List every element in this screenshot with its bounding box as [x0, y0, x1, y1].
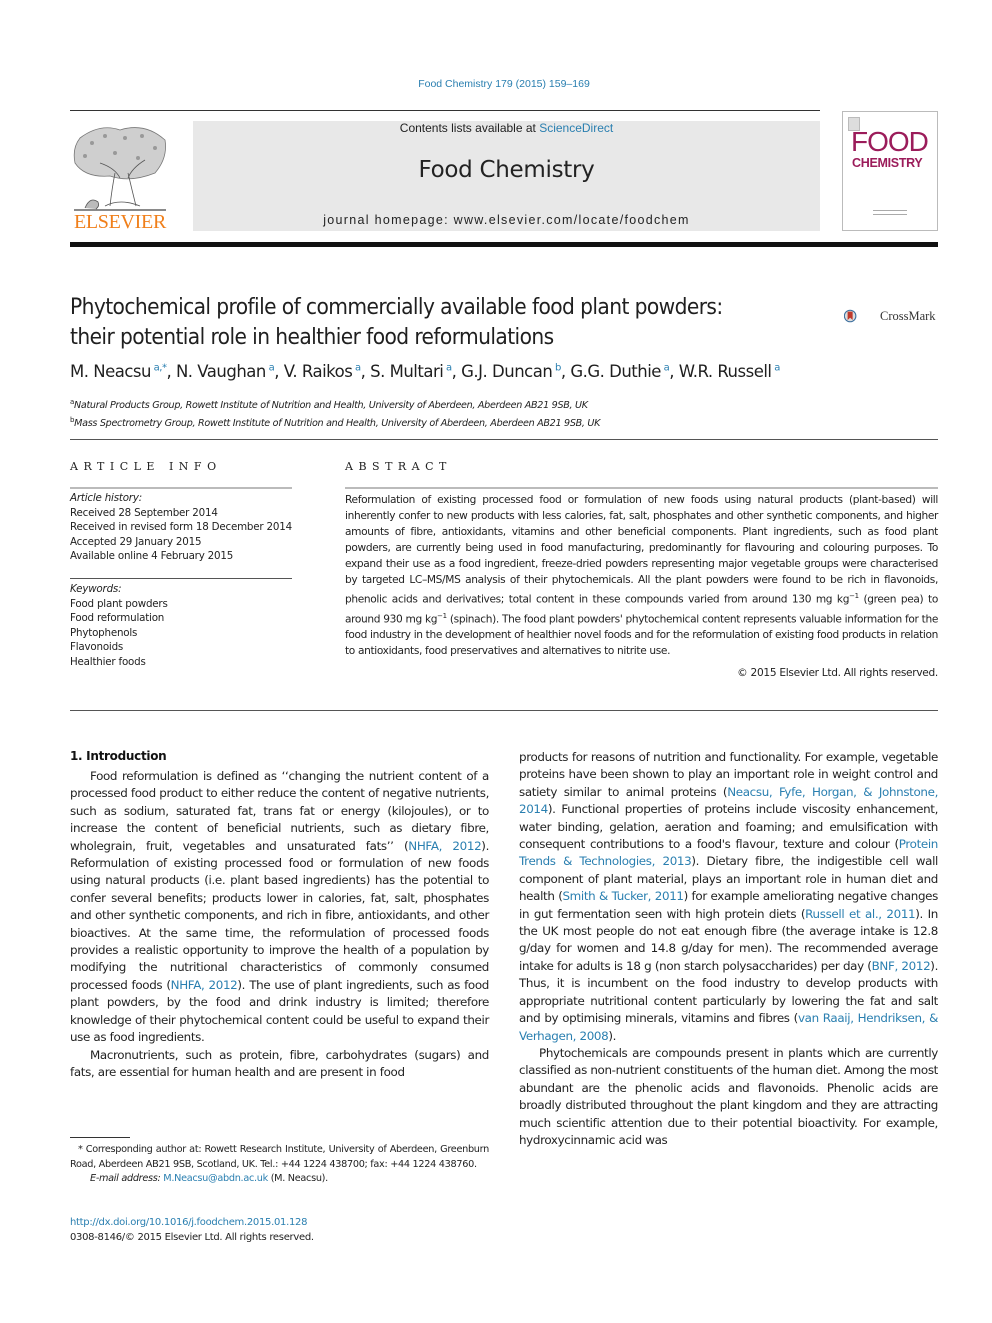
- divider: [70, 487, 292, 489]
- title-line-1: Phytochemical profile of commercially av…: [70, 294, 723, 320]
- keywords-label: Keywords:: [70, 583, 122, 595]
- footnote-rule: [70, 1137, 130, 1138]
- cover-title-chemistry: CHEMISTRY: [852, 156, 923, 170]
- email-link[interactable]: M.Neacsu@abdn.ac.uk: [163, 1173, 268, 1184]
- keyword: Phytophenols: [70, 626, 138, 639]
- citation-link[interactable]: NHFA, 2012: [171, 978, 238, 992]
- cover-title-food: FOOD: [851, 126, 929, 157]
- author-name[interactable]: V. Raikos: [284, 362, 353, 381]
- divider: [70, 578, 292, 579]
- abstract-heading: ABSTRACT: [345, 460, 452, 473]
- paragraph: Phytochemicals are compounds present in …: [519, 1045, 938, 1147]
- abstract-copyright: © 2015 Elsevier Ltd. All rights reserved…: [737, 667, 938, 679]
- keyword: Food reformulation: [70, 612, 165, 624]
- author-affiliation-marker[interactable]: a: [772, 363, 780, 374]
- body-column-right: products for reasons of nutrition and fu…: [519, 749, 938, 1149]
- article-title: Phytochemical profile of commercially av…: [70, 292, 830, 352]
- corresponding-author-note: * Corresponding author at: Rowett Resear…: [70, 1144, 489, 1170]
- body-column-left: Food reformulation is defined as ‘‘chang…: [70, 768, 489, 1081]
- journal-name: Food Chemistry: [418, 157, 595, 183]
- journal-citation-link[interactable]: Food Chemistry 179 (2015) 159–169: [0, 78, 992, 90]
- doi-link[interactable]: http://dx.doi.org/10.1016/j.foodchem.201…: [70, 1216, 314, 1231]
- journal-homepage[interactable]: journal homepage: www.elsevier.com/locat…: [193, 213, 820, 227]
- issn-copyright: 0308-8146/© 2015 Elsevier Ltd. All right…: [70, 1231, 314, 1243]
- affiliation-b: bMass Spectrometry Group, Rowett Institu…: [70, 416, 601, 430]
- keyword: Food plant powders: [70, 597, 168, 610]
- contents-available-line: Contents lists available at ScienceDirec…: [193, 121, 820, 135]
- citation-link[interactable]: Smith & Tucker, 2011: [562, 889, 683, 903]
- citation-link[interactable]: NHFA, 2012: [408, 839, 481, 853]
- keywords: Keywords: Food plant powders Food reform…: [70, 582, 300, 669]
- author-name[interactable]: W.R. Russell: [679, 362, 772, 381]
- history-label: Article history:: [70, 492, 142, 504]
- history-online: Available online 4 February 2015: [70, 550, 234, 562]
- title-line-2: their potential role in healthier food r…: [70, 324, 554, 350]
- doi-block: http://dx.doi.org/10.1016/j.foodchem.201…: [70, 1216, 314, 1245]
- affiliation-a: aNatural Products Group, Rowett Institut…: [70, 398, 588, 412]
- article-info-heading: ARTICLE INFO: [70, 460, 222, 473]
- paragraph: products for reasons of nutrition and fu…: [519, 750, 939, 1043]
- history-received: Received 28 September 2014: [70, 506, 218, 519]
- citation-link[interactable]: BNF, 2012: [872, 959, 931, 973]
- sciencedirect-link[interactable]: ScienceDirect: [539, 121, 613, 135]
- affiliations: aNatural Products Group, Rowett Institut…: [70, 395, 940, 431]
- abstract-text: Reformulation of existing processed food…: [345, 494, 938, 658]
- footnote: * Corresponding author at: Rowett Resear…: [70, 1143, 489, 1187]
- elsevier-wordmark: ELSEVIER: [73, 211, 167, 233]
- cover-footer-lines: [873, 210, 907, 215]
- crossmark-label[interactable]: CrossMark: [880, 309, 936, 324]
- history-revised: Received in revised form 18 December 201…: [70, 521, 292, 533]
- author-affiliation-marker[interactable]: a,*: [151, 363, 167, 374]
- keyword: Flavonoids: [70, 641, 124, 653]
- paragraph: Food reformulation is defined as ‘‘chang…: [70, 769, 489, 1045]
- author-affiliation-marker[interactable]: a: [266, 363, 275, 374]
- header-top-rule: [70, 110, 820, 111]
- author-list: M. Neacsu a,*, N. Vaughan a, V. Raikos a…: [70, 362, 780, 381]
- crossmark-icon[interactable]: [844, 298, 880, 334]
- journal-cover-thumbnail: FOOD CHEMISTRY: [842, 111, 938, 231]
- author-name[interactable]: G.G. Duthie: [570, 362, 661, 381]
- divider: [70, 439, 938, 440]
- paragraph: Macronutrients, such as protein, fibre, …: [70, 1047, 489, 1079]
- history-accepted: Accepted 29 January 2015: [70, 535, 202, 548]
- article-history: Article history: Received 28 September 2…: [70, 491, 300, 564]
- section-heading-introduction: 1. Introduction: [70, 749, 167, 763]
- author-name[interactable]: M. Neacsu: [70, 362, 151, 381]
- author-affiliation-marker[interactable]: a: [443, 363, 452, 374]
- author-name[interactable]: S. Multari: [370, 362, 444, 381]
- keyword: Healthier foods: [70, 655, 146, 668]
- author-name[interactable]: N. Vaughan: [176, 362, 266, 381]
- citation-link[interactable]: Russell et al., 2011: [805, 907, 915, 921]
- divider: [70, 710, 938, 711]
- author-name[interactable]: G.J. Duncan: [461, 362, 553, 381]
- author-affiliation-marker[interactable]: a: [661, 363, 670, 374]
- divider: [345, 487, 938, 489]
- email-line: E-mail address: M.Neacsu@abdn.ac.uk (M. …: [90, 1173, 328, 1184]
- header-thick-rule: [70, 242, 938, 247]
- contents-prefix: Contents lists available at: [399, 121, 540, 135]
- author-affiliation-marker[interactable]: a: [352, 363, 361, 374]
- author-affiliation-marker[interactable]: b: [552, 363, 561, 374]
